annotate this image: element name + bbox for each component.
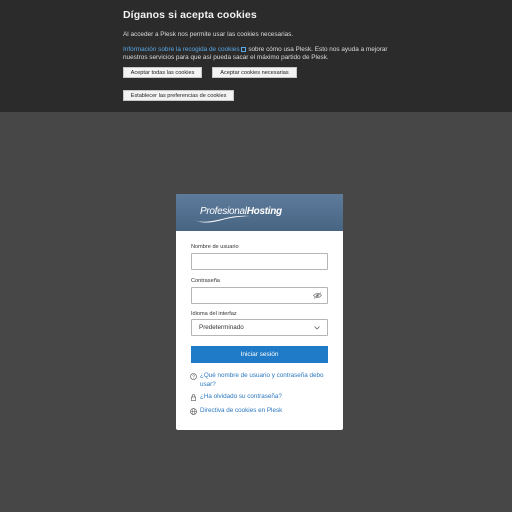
question-circle-icon: ? [190,372,197,380]
password-input[interactable] [191,287,328,304]
cookie-banner-text: Al acceder a Plesk nos permite usar las … [123,31,294,38]
cookie-banner-info: Información sobre la recogida de cookies… [123,46,403,54]
language-label: Idioma del interfaz [191,311,237,317]
forgot-password-text: ¿Ha olvidado su contraseña? [200,393,282,400]
cookie-banner-info-text-2: nuestros servicios para que así pueda sa… [123,54,329,61]
external-link-icon [240,46,246,52]
cookie-banner: Díganos si acepta cookies Al acceder a P… [0,0,512,112]
accept-all-cookies-button[interactable]: Aceptar todas las cookies [123,67,202,78]
cookie-policy-text: Directiva de cookies en Plesk [200,407,283,414]
logo-text-part2: Hosting [246,206,282,217]
lock-icon [190,393,197,401]
accept-necessary-cookies-button[interactable]: Aceptar cookies necesarias [212,67,297,78]
cookie-banner-title: Díganos si acepta cookies [123,9,257,21]
language-selected-value: Predeterminado [199,324,244,331]
globe-icon [190,407,197,415]
svg-text:?: ? [192,374,195,380]
username-label: Nombre de usuario [191,244,239,250]
logo-swoosh-icon [194,215,250,223]
cookie-info-link[interactable]: Información sobre la recogida de cookies [123,46,240,53]
credentials-help-line1: ¿Qué nombre de usuario y contraseña debo [200,372,324,379]
login-card: ProfesionalHosting Nombre de usuario Con… [176,194,343,430]
cookie-banner-info-text: sobre cómo usa Plesk. Esto nos ayuda a m… [248,46,388,53]
login-button[interactable]: Iniciar sesión [191,346,328,363]
language-select[interactable]: Predeterminado [191,319,328,336]
card-header: ProfesionalHosting [176,194,343,231]
credentials-help-text: ¿Qué nombre de usuario y contraseña debo… [200,372,324,389]
username-input[interactable] [191,253,328,270]
cookie-policy-link[interactable]: Directiva de cookies en Plesk [190,407,282,416]
show-password-eye-icon[interactable] [313,292,322,299]
credentials-help-link[interactable]: ? ¿Qué nombre de usuario y contraseña de… [190,372,324,389]
cookie-preferences-button[interactable]: Establecer las preferencias de cookies [123,90,234,101]
forgot-password-link[interactable]: ¿Ha olvidado su contraseña? [190,393,282,402]
chevron-down-icon [314,326,320,330]
password-label: Contraseña [191,278,220,284]
credentials-help-line2: usar? [200,380,216,388]
